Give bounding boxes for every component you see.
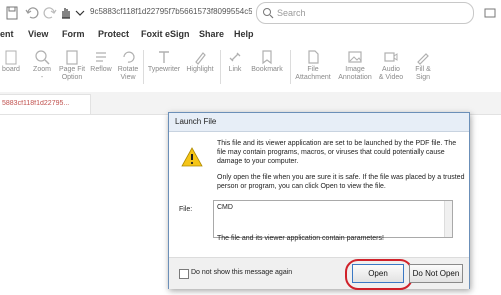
search-placeholder: Search xyxy=(277,8,306,18)
fill-sign-icon xyxy=(417,53,429,65)
file-field-scrollbar[interactable] xyxy=(444,201,452,237)
file-attachment-label-2: Attachment xyxy=(295,74,331,81)
image-annotation-label-2: Annotation xyxy=(338,74,372,81)
file-attachment-label: File xyxy=(307,66,319,73)
bookmark-icon xyxy=(262,50,272,65)
dialog-footer: Do not show this message again Open Do N… xyxy=(169,257,469,290)
file-path-field[interactable]: CMD xyxy=(213,200,453,238)
dialog-message-line: damage to your computer. xyxy=(217,158,299,165)
dialog-safety-line: person or program, you can click Open to… xyxy=(217,183,386,190)
typewriter-label: Typewriter xyxy=(147,66,181,73)
fill-sign-label-2: Sign xyxy=(415,74,430,81)
zoom-icon xyxy=(35,50,50,65)
image-annotation-button[interactable]: Image Annotation xyxy=(334,44,376,90)
clipboard-button[interactable]: board xyxy=(0,44,22,90)
save-icon[interactable] xyxy=(4,5,20,21)
document-tab-label: 5883cf118f1d22795... xyxy=(2,100,70,107)
file-attachment-button[interactable]: File Attachment xyxy=(293,44,333,90)
image-annotation-icon xyxy=(348,51,362,63)
open-button[interactable]: Open xyxy=(352,264,404,283)
dont-show-again-label[interactable]: Do not show this message again xyxy=(191,269,292,276)
page-fit-icon xyxy=(66,50,78,65)
file-path-value: CMD xyxy=(217,204,233,211)
audio-video-button[interactable]: Audio & Video xyxy=(376,44,406,90)
bookmark-button[interactable]: Bookmark xyxy=(249,44,285,90)
highlight-label: Highlight xyxy=(186,66,214,73)
link-button[interactable]: Link xyxy=(224,44,246,90)
dialog-title-bar[interactable]: Launch File xyxy=(169,113,469,132)
title-bar: 9c5883cf118f1d22795f7b5661573f8099554c5a… xyxy=(0,0,501,27)
dialog-message-line: file may contain programs, macros, or vi… xyxy=(217,149,445,156)
zoom-button[interactable]: Zoom - xyxy=(30,44,54,90)
document-tab[interactable]: 5883cf118f1d22795... xyxy=(0,94,91,114)
rotate-view-button[interactable]: Rotate View xyxy=(115,44,141,90)
search-input[interactable]: Search xyxy=(256,2,474,24)
file-attachment-icon xyxy=(308,50,319,64)
search-icon xyxy=(263,8,274,19)
chevron-down-icon[interactable] xyxy=(72,5,88,21)
typewriter-icon xyxy=(159,51,169,63)
dialog-title: Launch File xyxy=(175,117,217,126)
ribbon-toolbar: board Zoom - Page Fit Option Reflow Rota… xyxy=(0,44,501,93)
menu-form[interactable]: Form xyxy=(62,29,85,39)
audio-video-icon xyxy=(384,52,398,62)
warning-icon xyxy=(181,147,203,167)
menu-share[interactable]: Share xyxy=(199,29,224,39)
document-filename: 9c5883cf118f1d22795f7b5661573f8099554c5a… xyxy=(90,7,252,16)
redo-icon[interactable] xyxy=(42,5,58,21)
dialog-safety-line: Only open the file when you are sure it … xyxy=(217,174,465,181)
menu-help[interactable]: Help xyxy=(234,29,254,39)
launch-file-dialog: Launch File This file and its viewer app… xyxy=(168,112,470,290)
audio-video-label: Audio xyxy=(382,66,400,73)
fill-sign-label: Fill & xyxy=(415,66,431,73)
image-annotation-label: Image xyxy=(345,66,365,73)
file-field-label: File: xyxy=(179,206,193,213)
dialog-message-line: This file and its viewer application are… xyxy=(217,140,457,147)
ribbon-divider xyxy=(220,50,221,84)
audio-video-label-2: & Video xyxy=(378,74,404,81)
link-label: Link xyxy=(228,66,242,73)
notification-icon[interactable] xyxy=(482,5,498,21)
menu-foxit-esign[interactable]: Foxit eSign xyxy=(141,29,190,39)
highlight-icon xyxy=(195,52,206,65)
menu-protect[interactable]: Protect xyxy=(98,29,129,39)
clipboard-icon xyxy=(5,50,17,65)
typewriter-button[interactable]: Typewriter xyxy=(146,44,182,90)
menu-document[interactable]: ent xyxy=(0,29,14,39)
reflow-label: Reflow xyxy=(90,66,112,73)
parameters-warning: The file and its viewer application cont… xyxy=(217,235,384,242)
do-not-open-button[interactable]: Do Not Open xyxy=(409,264,463,283)
reflow-button[interactable]: Reflow xyxy=(88,44,114,90)
zoom-label: Zoom xyxy=(33,66,51,73)
page-fit-option-button[interactable]: Page Fit Option xyxy=(56,44,88,90)
rotate-icon xyxy=(123,51,135,63)
fill-sign-button[interactable]: Fill & Sign xyxy=(410,44,436,90)
ribbon-divider xyxy=(143,50,144,84)
dont-show-again-checkbox[interactable] xyxy=(179,269,189,279)
menu-view[interactable]: View xyxy=(28,29,48,39)
reflow-icon xyxy=(96,52,106,62)
rotate-label: Rotate xyxy=(117,66,139,73)
link-icon xyxy=(229,52,241,62)
highlight-button[interactable]: Highlight xyxy=(184,44,216,90)
page-fit-option-label: Option xyxy=(61,74,83,81)
rotate-view-label: View xyxy=(120,74,136,81)
bookmark-label: Bookmark xyxy=(251,66,283,73)
ribbon-divider xyxy=(290,50,291,84)
undo-icon[interactable] xyxy=(24,5,40,21)
zoom-dropdown-label: - xyxy=(40,74,44,81)
menu-bar: ent View Form Protect Foxit eSign Share … xyxy=(0,26,501,44)
page-fit-label: Page Fit xyxy=(58,66,86,73)
clipboard-label: board xyxy=(2,66,20,73)
